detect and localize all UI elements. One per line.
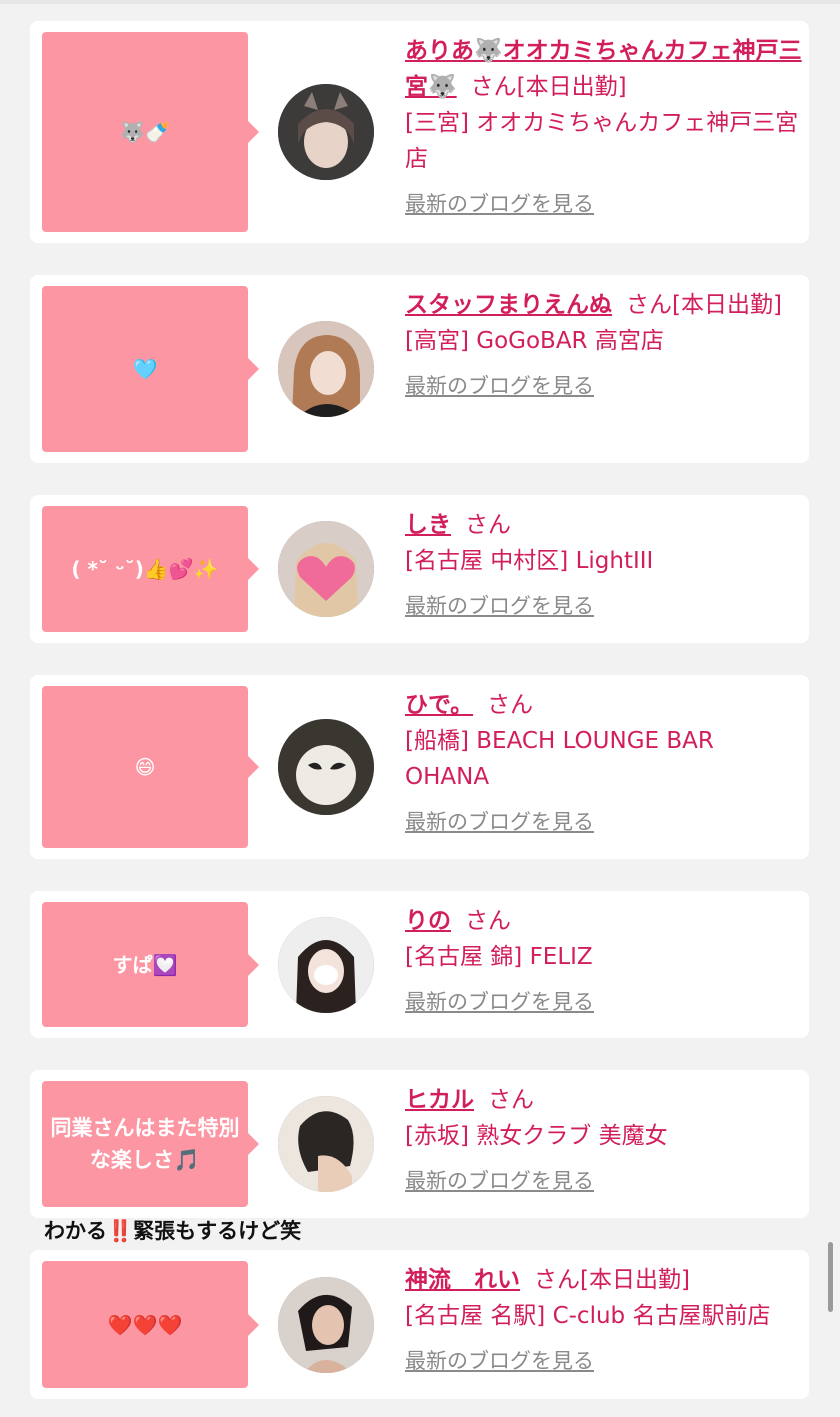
- avatar[interactable]: [278, 1277, 374, 1373]
- user-avatar-photo-icon: [278, 1277, 374, 1373]
- shop-label: [高宮] GoGoBAR 高宮店: [405, 328, 664, 354]
- latest-blog-link[interactable]: 最新のブログを見る: [405, 591, 805, 621]
- bubble-text: 🐺🍼: [120, 120, 170, 144]
- author-suffix: さん[本日出勤]: [626, 292, 782, 318]
- blog-post-card[interactable]: ❤️❤️❤️ 神流 れい さん[本日出勤] [名古屋 名駅] C-club 名古屋…: [30, 1250, 809, 1399]
- bubble-text: ( *˘ ᵕ˘)👍💕✨: [71, 557, 219, 581]
- user-avatar-photo-icon: [278, 521, 374, 617]
- shop-label: [三宮] オオカミちゃんカフェ神戸三宮店: [405, 110, 799, 172]
- bubble-text: 同業さんはまた特別な楽しさ🎵: [50, 1116, 240, 1172]
- scrollbar[interactable]: [828, 1242, 833, 1312]
- blog-post-card[interactable]: 🩵 スタッフまりえんぬ さん[本日出勤] [高宮] GoGoBAR 高宮店 最新の…: [30, 275, 809, 463]
- user-avatar-photo-icon: [278, 84, 374, 180]
- author-suffix: さん: [465, 512, 511, 538]
- latest-blog-link[interactable]: 最新のブログを見る: [405, 371, 805, 401]
- blog-post-card[interactable]: 😄 ひで。 さん [船橋] BEACH LOUNGE BAR OHANA 最新のブ…: [30, 675, 809, 859]
- avatar[interactable]: [278, 917, 374, 1013]
- blog-post-card[interactable]: ( *˘ ᵕ˘)👍💕✨ しき さん [名古屋 中村区] LightIII 最新のブ…: [30, 495, 809, 643]
- message-bubble: すぱ💟: [42, 902, 259, 1027]
- bubble-text: 🩵: [132, 357, 158, 381]
- latest-blog-link[interactable]: 最新のブログを見る: [405, 1166, 805, 1196]
- author-name-link[interactable]: しき: [405, 512, 451, 538]
- post-info: スタッフまりえんぬ さん[本日出勤] [高宮] GoGoBAR 高宮店 最新のブロ…: [405, 287, 805, 401]
- message-bubble: 🩵: [42, 286, 259, 452]
- avatar[interactable]: [278, 719, 374, 815]
- user-avatar-photo-icon: [278, 917, 374, 1013]
- message-bubble: 同業さんはまた特別な楽しさ🎵: [42, 1081, 259, 1207]
- avatar[interactable]: [278, 321, 374, 417]
- author-suffix: さん[本日出勤]: [470, 74, 627, 100]
- blog-post-card[interactable]: 🐺🍼 ありあ🐺オオカミちゃんカフェ神戸三宮🐺 さん[本日出勤] [三宮] オオカミ…: [30, 21, 809, 243]
- author-name-link[interactable]: ヒカル: [405, 1087, 474, 1113]
- bubble-overflow-text: わかる‼️緊張もするけど笑: [44, 1219, 302, 1243]
- author-suffix: さん[本日出勤]: [534, 1267, 690, 1293]
- author-name-link[interactable]: スタッフまりえんぬ: [405, 292, 612, 318]
- bubble-text: ❤️❤️❤️: [107, 1312, 183, 1337]
- shop-label: [名古屋 錦] FELIZ: [405, 944, 593, 970]
- user-avatar-photo-icon: [278, 321, 374, 417]
- latest-blog-link[interactable]: 最新のブログを見る: [405, 189, 805, 219]
- post-info: りの さん [名古屋 錦] FELIZ 最新のブログを見る: [405, 903, 805, 1017]
- blog-post-card[interactable]: すぱ💟 りの さん [名古屋 錦] FELIZ 最新のブログを見る: [30, 891, 809, 1038]
- bubble-text: すぱ💟: [112, 952, 178, 977]
- shop-label: [名古屋 中村区] LightIII: [405, 548, 654, 574]
- avatar[interactable]: [278, 84, 374, 180]
- bubble-text: 😄: [134, 755, 156, 779]
- user-avatar-photo-icon: [278, 719, 374, 815]
- post-info: 神流 れい さん[本日出勤] [名古屋 名駅] C-club 名古屋駅前店 最新の…: [405, 1262, 805, 1376]
- author-suffix: さん: [465, 908, 511, 934]
- user-avatar-photo-icon: [278, 1096, 374, 1192]
- post-info: ひで。 さん [船橋] BEACH LOUNGE BAR OHANA 最新のブログ…: [405, 687, 805, 837]
- author-suffix: さん: [488, 1087, 534, 1113]
- post-info: ありあ🐺オオカミちゃんカフェ神戸三宮🐺 さん[本日出勤] [三宮] オオカミちゃん…: [405, 33, 805, 219]
- latest-blog-link[interactable]: 最新のブログを見る: [405, 1346, 805, 1376]
- post-info: ヒカル さん [赤坂] 熟女クラブ 美魔女 最新のブログを見る: [405, 1082, 805, 1196]
- shop-label: [名古屋 名駅] C-club 名古屋駅前店: [405, 1303, 771, 1329]
- message-bubble: ❤️❤️❤️: [42, 1261, 259, 1388]
- shop-label: [船橋] BEACH LOUNGE BAR OHANA: [405, 728, 714, 790]
- message-bubble: 😄: [42, 686, 259, 848]
- avatar[interactable]: [278, 1096, 374, 1192]
- message-bubble: 🐺🍼: [42, 32, 259, 232]
- shop-label: [赤坂] 熟女クラブ 美魔女: [405, 1123, 668, 1149]
- top-divider: [0, 0, 840, 4]
- avatar[interactable]: [278, 521, 374, 617]
- latest-blog-link[interactable]: 最新のブログを見る: [405, 807, 805, 837]
- blog-post-card[interactable]: 同業さんはまた特別な楽しさ🎵 ヒカル さん [赤坂] 熟女クラブ 美魔女 最新のブ…: [30, 1070, 809, 1218]
- post-info: しき さん [名古屋 中村区] LightIII 最新のブログを見る: [405, 507, 805, 621]
- message-bubble: ( *˘ ᵕ˘)👍💕✨: [42, 506, 259, 632]
- author-name-link[interactable]: ひで。: [405, 692, 473, 718]
- author-name-link[interactable]: 神流 れい: [405, 1267, 520, 1293]
- author-suffix: さん: [487, 692, 534, 718]
- latest-blog-link[interactable]: 最新のブログを見る: [405, 987, 805, 1017]
- author-name-link[interactable]: りの: [405, 908, 451, 934]
